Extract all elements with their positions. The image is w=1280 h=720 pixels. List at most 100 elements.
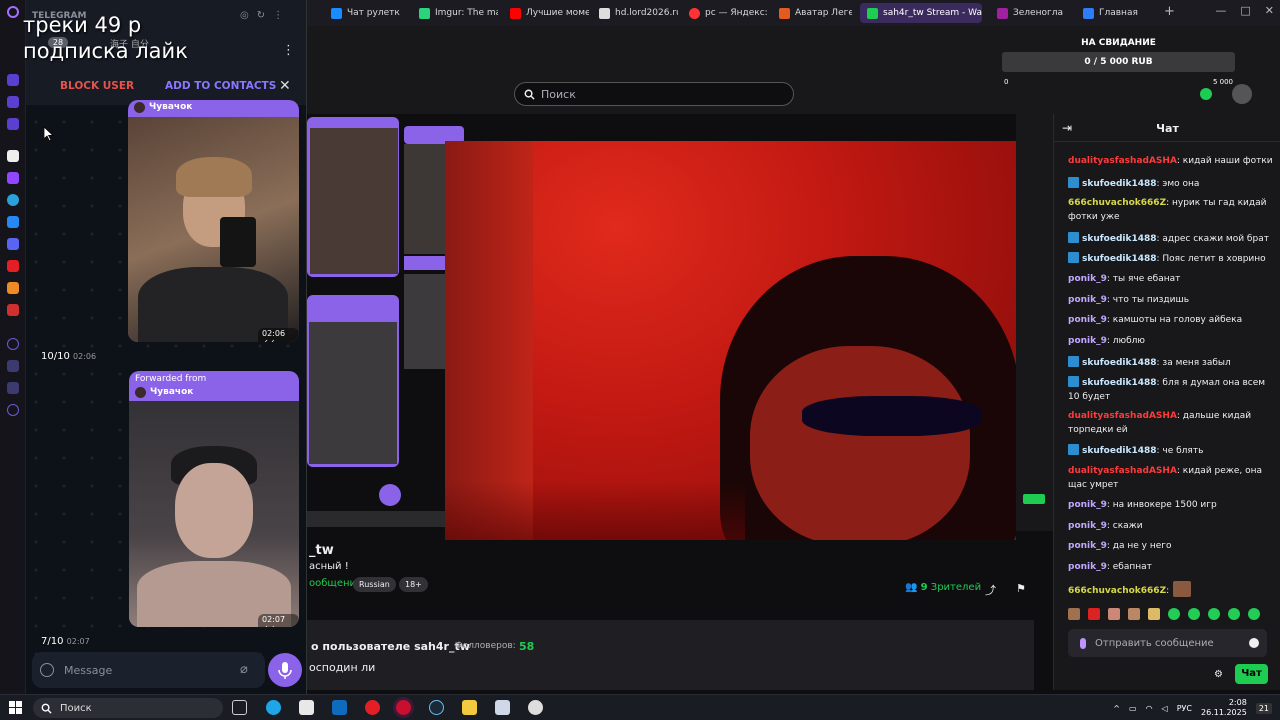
chat-username[interactable]: skufoedik1488 [1082, 179, 1157, 189]
chat-badge-icon[interactable] [1068, 232, 1079, 243]
chat-username[interactable]: skufoedik1488 [1082, 358, 1157, 368]
notifications-badge[interactable]: 21 [1255, 702, 1272, 714]
chat-badge-icon[interactable] [1068, 376, 1079, 387]
chat-username[interactable]: dualityasfashadASHA [1068, 466, 1177, 476]
emote-picker-icon[interactable] [1249, 638, 1259, 648]
language-indicator[interactable]: РУС [1177, 704, 1192, 713]
chat-username[interactable]: ponik_9 [1068, 295, 1107, 305]
browser-tab[interactable]: Чат рулетк [324, 3, 402, 23]
chat-username[interactable]: dualityasfashadASHA [1068, 411, 1177, 421]
sidebar-yandex-icon[interactable] [7, 260, 19, 272]
forwarded-author[interactable]: Чувачок [150, 387, 193, 397]
windows-start-icon[interactable] [9, 701, 22, 714]
channel-name[interactable]: _tw [309, 543, 334, 558]
yandex-browser-icon[interactable] [365, 700, 380, 715]
browser-tab[interactable]: Imgur: The mag [412, 3, 498, 23]
new-tab-button[interactable]: + [1164, 4, 1175, 19]
browser-tab[interactable]: Лучшие моме [503, 3, 589, 23]
emote-icon[interactable] [1148, 608, 1160, 620]
emote-icon[interactable] [1088, 608, 1100, 620]
emote-icon[interactable] [1248, 608, 1260, 620]
chat-username[interactable]: ponik_9 [1068, 274, 1107, 284]
sidebar-app-icon[interactable] [7, 282, 19, 294]
emote-icon[interactable] [1128, 608, 1140, 620]
forwarded-message[interactable]: Forwarded from Чувачок 02:07 ✓✓ [129, 371, 299, 627]
chrome-like-icon[interactable] [528, 700, 543, 715]
browser-tab[interactable]: Аватар Леген [772, 3, 852, 23]
wifi-icon[interactable]: ◠ [1146, 704, 1153, 713]
browser-tab[interactable]: Зеленогла [990, 3, 1070, 23]
chat-username[interactable]: ponik_9 [1068, 315, 1107, 325]
chat-username[interactable]: ponik_9 [1068, 562, 1107, 572]
browser-tab-active[interactable]: sah4r_tw Stream - Watch [860, 3, 982, 23]
close-icon[interactable]: ✕ [279, 78, 291, 94]
chat-username[interactable]: ponik_9 [1068, 336, 1107, 346]
chat-message-input[interactable]: Отправить сообщение [1068, 629, 1267, 657]
block-user-button[interactable]: BLOCK USER [60, 80, 134, 92]
emote-icon[interactable] [1188, 608, 1200, 620]
sidebar-app-icon[interactable] [7, 74, 19, 86]
opera-icon[interactable] [396, 700, 411, 715]
add-to-contacts-button[interactable]: ADD TO CONTACTS [165, 80, 276, 92]
attach-icon[interactable]: ⌀ [240, 662, 248, 677]
chat-badge-icon[interactable] [1068, 356, 1079, 367]
tag-age[interactable]: 18+ [399, 577, 428, 592]
forwarded-author[interactable]: Чувачок [149, 102, 192, 112]
chat-username[interactable]: ponik_9 [1068, 521, 1107, 531]
bits-icon[interactable] [1080, 637, 1086, 649]
chat-badge-icon[interactable] [1068, 444, 1079, 455]
app-window-icon[interactable] [495, 700, 510, 715]
chat-badge-icon[interactable] [1068, 252, 1079, 263]
emoji-icon[interactable] [40, 663, 54, 677]
browser-tab[interactable]: рс — Яндекс: [682, 3, 768, 23]
sidebar-app-icon[interactable] [7, 382, 19, 394]
opera-logo-icon[interactable] [7, 6, 19, 18]
sidebar-app-icon[interactable] [7, 96, 19, 108]
message-input[interactable]: Message ⌀ [32, 652, 265, 688]
chat-username[interactable]: 666chuvachok666Z [1068, 198, 1166, 208]
maximize-button[interactable]: □ [1240, 4, 1250, 17]
chat-send-button[interactable]: Чат [1235, 664, 1268, 684]
sidebar-aria-icon[interactable] [7, 150, 19, 162]
chat-username[interactable]: skufoedik1488 [1082, 254, 1157, 264]
voice-record-button[interactable] [268, 653, 302, 687]
chat-username[interactable]: dualityasfashadASHA [1068, 156, 1177, 166]
chat-username[interactable]: ponik_9 [1068, 500, 1107, 510]
follow-icon[interactable]: ⚑ [1016, 582, 1026, 595]
stream-video[interactable] [445, 141, 1016, 569]
store-icon[interactable] [299, 700, 314, 715]
chat-username[interactable]: ponik_9 [1068, 541, 1107, 551]
browser-tab[interactable]: Главная [1076, 3, 1156, 23]
task-view-icon[interactable] [232, 700, 247, 715]
emote-icon[interactable] [1168, 608, 1180, 620]
chat-badge-icon[interactable] [1068, 177, 1079, 188]
message-photo[interactable] [129, 401, 299, 627]
sidebar-app-icon[interactable] [7, 118, 19, 130]
chat-username[interactable]: skufoedik1488 [1082, 446, 1157, 456]
edge-icon[interactable] [266, 700, 281, 715]
user-avatar[interactable] [1232, 84, 1252, 104]
chat-username[interactable]: skufoedik1488 [1082, 234, 1157, 244]
sidebar-discord-icon[interactable] [7, 238, 19, 250]
outlook-icon[interactable] [332, 700, 347, 715]
browser-tab[interactable]: hd.lord2026.ru [592, 3, 678, 23]
sidebar-app-icon[interactable] [7, 360, 19, 372]
emote-icon[interactable] [1068, 608, 1080, 620]
telegram-window-controls[interactable]: ◎↻⋮ [240, 10, 291, 21]
file-explorer-icon[interactable] [462, 700, 477, 715]
tray-chevron-icon[interactable]: ^ [1113, 704, 1120, 713]
steam-icon[interactable] [429, 700, 444, 715]
sidebar-settings-icon[interactable] [7, 404, 19, 416]
more-menu-icon[interactable]: ⋮ [282, 43, 295, 58]
chat-settings-icon[interactable]: ⚙ [1214, 669, 1223, 680]
taskbar-search[interactable]: Поиск [33, 698, 223, 718]
chat-username[interactable]: 666chuvachok666Z [1068, 586, 1166, 596]
tag-language[interactable]: Russian [353, 577, 396, 592]
sidebar-app-icon[interactable] [7, 304, 19, 316]
emote-icon[interactable] [1108, 608, 1120, 620]
sidebar-history-icon[interactable] [7, 338, 19, 350]
sidebar-twitch-icon[interactable] [7, 172, 19, 184]
close-window-button[interactable]: ✕ [1265, 4, 1274, 17]
chat-username[interactable]: skufoedik1488 [1082, 378, 1157, 388]
message-photo[interactable] [128, 117, 299, 342]
